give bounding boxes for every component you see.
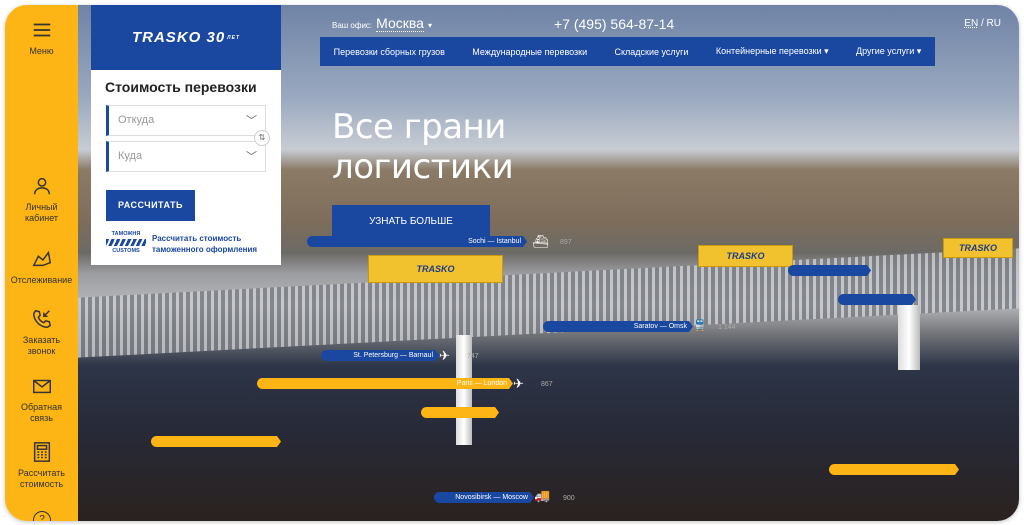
trasko-logo[interactable]: TRASKO 30 ЛЕТ: [91, 5, 281, 70]
sidebar-item-calculate[interactable]: Рассчитать стоимость: [5, 441, 78, 490]
mail-icon: [32, 379, 51, 394]
route-bar: Paris — London: [257, 378, 513, 389]
customs-bottom: CUSTOMS: [112, 248, 140, 254]
to-placeholder: Куда: [118, 150, 143, 162]
customs-logo: ТАМОЖНЯ CUSTOMS: [106, 231, 146, 254]
phone-icon: [32, 309, 51, 328]
from-placeholder: Откуда: [118, 114, 155, 126]
route-bar-collapsed: [788, 265, 871, 276]
nav-item-international[interactable]: Международные перевозки: [472, 47, 587, 57]
nav-item-other[interactable]: Другие услуги ▾: [856, 46, 921, 57]
sidebar-item-tracking[interactable]: Отслеживание: [5, 248, 78, 286]
to-select[interactable]: Куда ﹀: [106, 141, 266, 172]
learn-more-button[interactable]: УЗНАТЬ БОЛЬШЕ: [332, 205, 490, 238]
customs-cost-link[interactable]: Рассчитать стоимость таможенного оформле…: [152, 233, 272, 255]
route-bar-collapsed: [838, 294, 916, 305]
page-frame: TRASKO TRASKO TRASKO Меню Личный кабинет…: [5, 5, 1019, 521]
lang-ru[interactable]: RU: [987, 18, 1001, 29]
logo-text: TRASKO 30: [131, 29, 226, 46]
swap-icon[interactable]: ⇅: [254, 130, 270, 146]
route-bar-collapsed: [421, 407, 499, 418]
customs-stripes: [106, 239, 146, 246]
customs-top: ТАМОЖНЯ: [111, 231, 141, 237]
chevron-down-icon: ﹀: [246, 151, 257, 163]
chevron-down-icon: ﹀: [246, 115, 257, 127]
plane-icon: ✈: [439, 348, 450, 363]
hero-title: Все грани логистики: [332, 107, 514, 187]
calculate-button[interactable]: РАССЧИТАТЬ: [106, 190, 195, 221]
route-bar: Sochi — Istanbul: [307, 236, 527, 247]
lang-en[interactable]: EN: [964, 18, 978, 29]
nav-item-groupage[interactable]: Перевозки сборных грузов: [334, 47, 445, 57]
route-value: 1 144: [718, 324, 736, 331]
menu-label: Меню: [29, 46, 54, 56]
truck-icon: 🚚: [534, 488, 551, 503]
calculator-icon: [33, 442, 50, 462]
truck-image: TRASKO: [368, 255, 503, 283]
panel-title: Стоимость перевозки: [105, 79, 257, 95]
ship-icon: ⛴: [532, 234, 549, 249]
hamburger-icon: [33, 23, 50, 37]
map-icon: [32, 250, 51, 267]
hero-title-line: Все грани: [332, 107, 506, 147]
sidebar-item-label: Отслеживание: [10, 275, 73, 285]
office-selector[interactable]: Ваш офис: Москва ▾: [332, 15, 432, 32]
user-icon: [33, 177, 50, 195]
nav-label: Другие услуги: [855, 46, 915, 56]
route-value: 900: [563, 495, 575, 502]
route-bar: Novosibirsk — Moscow: [434, 492, 534, 503]
route-bar-collapsed: [829, 464, 959, 475]
sidebar: Меню Личный кабинет Отслеживание Заказат…: [5, 5, 78, 521]
sidebar-item-label: Заказать звонок: [22, 335, 61, 356]
route-value: 897: [560, 239, 572, 246]
menu-button[interactable]: Меню: [5, 19, 78, 57]
route-bar: St. Petersburg — Barnaul: [321, 350, 439, 361]
route-value: 747: [467, 353, 479, 360]
phone-number[interactable]: +7 (495) 564-87-14: [554, 16, 674, 32]
main-nav: Перевозки сборных грузов Международные п…: [320, 37, 935, 66]
from-select[interactable]: Откуда ﹀: [106, 105, 266, 136]
nav-item-warehouse[interactable]: Складские услуги: [614, 47, 688, 57]
office-value[interactable]: Москва: [376, 15, 424, 32]
plane-icon: ✈: [513, 376, 524, 391]
bridge-pillar: [898, 305, 920, 370]
train-icon: 🚆: [693, 320, 707, 332]
sidebar-item-account[interactable]: Личный кабинет: [5, 175, 78, 224]
sidebar-item-label: Рассчитать стоимость: [18, 468, 65, 489]
truck-image: TRASKO: [698, 245, 793, 267]
sidebar-item-label: Обратная связь: [21, 402, 62, 423]
language-switcher: EN / RU: [964, 18, 1001, 29]
truck-image: TRASKO: [943, 238, 1013, 258]
route-bar: Saratov — Omsk: [543, 321, 693, 332]
office-label: Ваш офис:: [332, 21, 373, 30]
help-icon[interactable]: ?: [33, 511, 51, 521]
route-bar-collapsed: [151, 436, 281, 447]
sidebar-item-callback[interactable]: Заказать звонок: [5, 308, 78, 357]
sidebar-item-feedback[interactable]: Обратная связь: [5, 375, 78, 424]
cost-panel: TRASKO 30 ЛЕТ Стоимость перевозки Откуда ﹀…: [91, 5, 281, 265]
route-value: 867: [541, 381, 553, 388]
nav-item-container[interactable]: Контейнерные перевозки ▾: [716, 46, 829, 57]
caret-down-icon: ▾: [427, 21, 432, 30]
logo-sub: ЛЕТ: [227, 34, 240, 41]
sidebar-item-label: Личный кабинет: [24, 202, 59, 223]
hero-title-line: логистики: [332, 147, 514, 187]
nav-label: Контейнерные перевозки: [715, 46, 822, 56]
